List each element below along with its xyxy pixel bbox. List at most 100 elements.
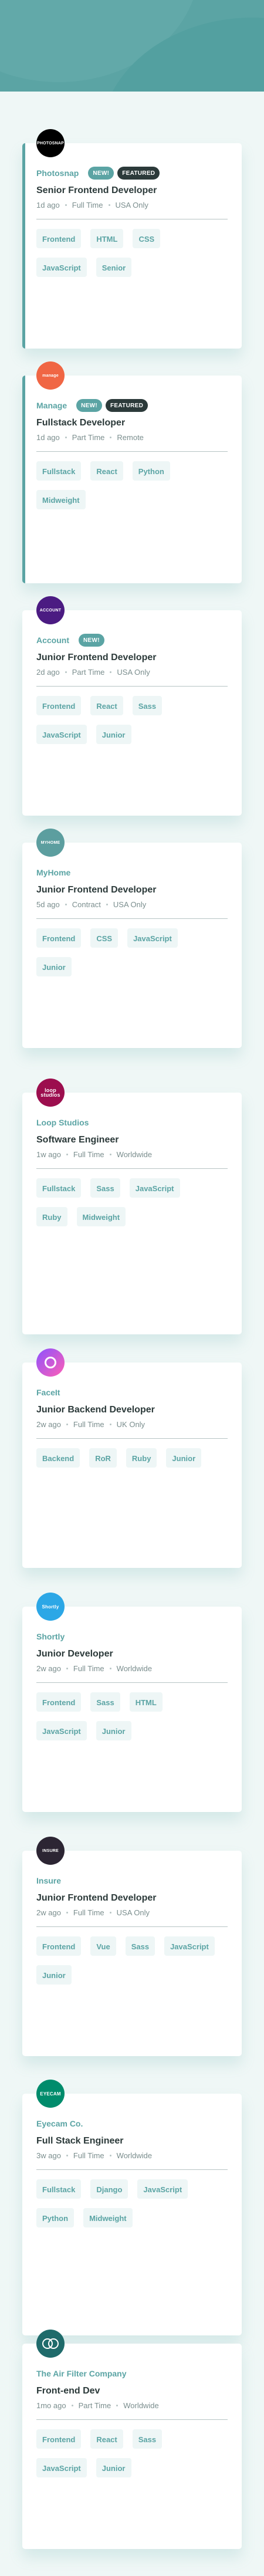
filter-tag[interactable]: JavaScript xyxy=(36,258,87,277)
filter-tag[interactable]: Frontend xyxy=(36,928,82,948)
featured-badge: FEATURED xyxy=(106,399,148,412)
dot-separator xyxy=(109,1424,111,1425)
company-name[interactable]: Photosnap xyxy=(36,168,79,178)
company-name[interactable]: FaceIt xyxy=(36,1388,60,1397)
header-banner xyxy=(0,0,264,92)
contract-type: Part Time xyxy=(78,2401,111,2410)
tag-list: Frontend React Sass JavaScript Junior xyxy=(36,2420,228,2494)
company-name[interactable]: MyHome xyxy=(36,868,70,877)
job-location: Worldwide xyxy=(116,1664,153,1673)
logo-text: INSURE xyxy=(42,1848,59,1853)
tag-list: Fullstack Sass JavaScript Ruby Midweight xyxy=(36,1169,228,1243)
company-name[interactable]: Account xyxy=(36,635,69,645)
job-location: USA Only xyxy=(115,201,148,209)
dot-separator xyxy=(106,904,108,905)
filter-tag[interactable]: Junior xyxy=(96,2458,131,2477)
filter-tag[interactable]: Senior xyxy=(96,258,132,277)
company-name[interactable]: The Air Filter Company xyxy=(36,2369,127,2378)
filter-tag[interactable]: Sass xyxy=(132,696,163,715)
filter-tag[interactable]: Frontend xyxy=(36,1936,82,1956)
new-badge: NEW! xyxy=(79,634,104,647)
filter-tag[interactable]: JavaScript xyxy=(36,2458,87,2477)
job-location: USA Only xyxy=(113,900,147,909)
filter-tag[interactable]: React xyxy=(90,461,123,481)
new-badge: NEW! xyxy=(88,167,114,180)
company-name[interactable]: Manage xyxy=(36,401,67,410)
filter-tag[interactable]: HTML xyxy=(90,229,124,248)
filter-tag[interactable]: Junior xyxy=(36,1965,72,1985)
filter-tag[interactable]: JavaScript xyxy=(36,1721,87,1740)
contract-type: Full Time xyxy=(73,1150,104,1159)
filter-tag[interactable]: Ruby xyxy=(126,1448,157,1468)
filter-tag[interactable]: Sass xyxy=(90,1178,120,1198)
filter-tag[interactable]: React xyxy=(90,2429,123,2449)
filter-tag[interactable]: Frontend xyxy=(36,2429,82,2449)
job-title[interactable]: Junior Frontend Developer xyxy=(36,653,228,663)
filter-tag[interactable]: Midweight xyxy=(83,2208,133,2227)
posted-at: 3w ago xyxy=(36,2151,61,2160)
filter-tag[interactable]: Fullstack xyxy=(36,1178,82,1198)
filter-tag[interactable]: HTML xyxy=(129,1692,163,1712)
filter-tag[interactable]: JavaScript xyxy=(127,928,178,948)
job-title[interactable]: Front-end Dev xyxy=(36,2386,228,2396)
filter-tag[interactable]: Django xyxy=(90,2179,128,2199)
tag-list: Frontend Sass HTML JavaScript Junior xyxy=(36,1683,228,1757)
contract-type: Part Time xyxy=(72,668,105,677)
dot-separator xyxy=(109,1154,111,1155)
job-title[interactable]: Full Stack Engineer xyxy=(36,2136,228,2146)
filter-tag[interactable]: Vue xyxy=(90,1936,116,1956)
filter-tag[interactable]: Sass xyxy=(132,2429,163,2449)
job-title[interactable]: Software Engineer xyxy=(36,1135,228,1145)
filter-tag[interactable]: Frontend xyxy=(36,229,82,248)
company-logo: manage xyxy=(36,361,65,390)
filter-tag[interactable]: Fullstack xyxy=(36,2179,82,2199)
filter-tag[interactable]: Junior xyxy=(166,1448,202,1468)
contract-type: Full Time xyxy=(72,201,103,209)
posted-at: 2d ago xyxy=(36,668,60,677)
filter-tag[interactable]: Midweight xyxy=(76,1207,126,1226)
job-title[interactable]: Senior Frontend Developer xyxy=(36,185,228,196)
filter-tag[interactable]: Frontend xyxy=(36,696,82,715)
filter-tag[interactable]: Junior xyxy=(96,725,131,744)
job-title[interactable]: Fullstack Developer xyxy=(36,418,228,428)
filter-tag[interactable]: Backend xyxy=(36,1448,80,1468)
filter-tag[interactable]: Python xyxy=(132,461,170,481)
filter-tag[interactable]: Sass xyxy=(125,1936,155,1956)
company-name[interactable]: Loop Studios xyxy=(36,1118,89,1127)
dot-separator xyxy=(66,1154,68,1155)
job-location: UK Only xyxy=(116,1420,145,1429)
filter-tag[interactable]: CSS xyxy=(133,229,161,248)
job-title[interactable]: Junior Frontend Developer xyxy=(36,885,228,895)
job-card: INSURE Insure Junior Frontend Developer … xyxy=(22,1837,242,2056)
job-card: EYECAM Eyecam Co. Full Stack Engineer 3w… xyxy=(22,2080,242,2335)
filter-tag[interactable]: Python xyxy=(36,2208,75,2227)
logo-text: ACCOUNT xyxy=(39,608,62,613)
logo-text: loop studios xyxy=(40,1087,60,1098)
company-name[interactable]: Shortly xyxy=(36,1632,65,1641)
job-location: USA Only xyxy=(116,1908,150,1917)
filter-tag[interactable]: Junior xyxy=(36,957,72,976)
filter-tag[interactable]: Junior xyxy=(96,1721,131,1740)
filter-tag[interactable]: JavaScript xyxy=(137,2179,188,2199)
filter-tag[interactable]: JavaScript xyxy=(129,1178,180,1198)
filter-tag[interactable]: Midweight xyxy=(36,490,86,509)
filter-tag[interactable]: Fullstack xyxy=(36,461,82,481)
company-name[interactable]: Eyecam Co. xyxy=(36,2119,83,2128)
filter-tag[interactable]: Sass xyxy=(90,1692,120,1712)
filter-tag[interactable]: Ruby xyxy=(36,1207,67,1226)
company-name[interactable]: Insure xyxy=(36,1876,61,1885)
filter-tag[interactable]: RoR xyxy=(89,1448,117,1468)
dot-separator xyxy=(110,671,112,673)
filter-tag[interactable]: JavaScript xyxy=(164,1936,215,1956)
job-title[interactable]: Junior Developer xyxy=(36,1649,228,1659)
filter-tag[interactable]: React xyxy=(90,696,123,715)
job-location: USA Only xyxy=(117,668,150,677)
tag-list: Frontend CSS JavaScript Junior xyxy=(36,919,228,993)
filter-tag[interactable]: JavaScript xyxy=(36,725,87,744)
filter-tag[interactable]: CSS xyxy=(90,928,119,948)
company-logo xyxy=(36,2330,65,2358)
filter-tag[interactable]: Frontend xyxy=(36,1692,82,1712)
job-meta: 3w ago Full Time Worldwide xyxy=(36,2151,228,2160)
job-title[interactable]: Junior Backend Developer xyxy=(36,1405,228,1415)
job-title[interactable]: Junior Frontend Developer xyxy=(36,1893,228,1904)
